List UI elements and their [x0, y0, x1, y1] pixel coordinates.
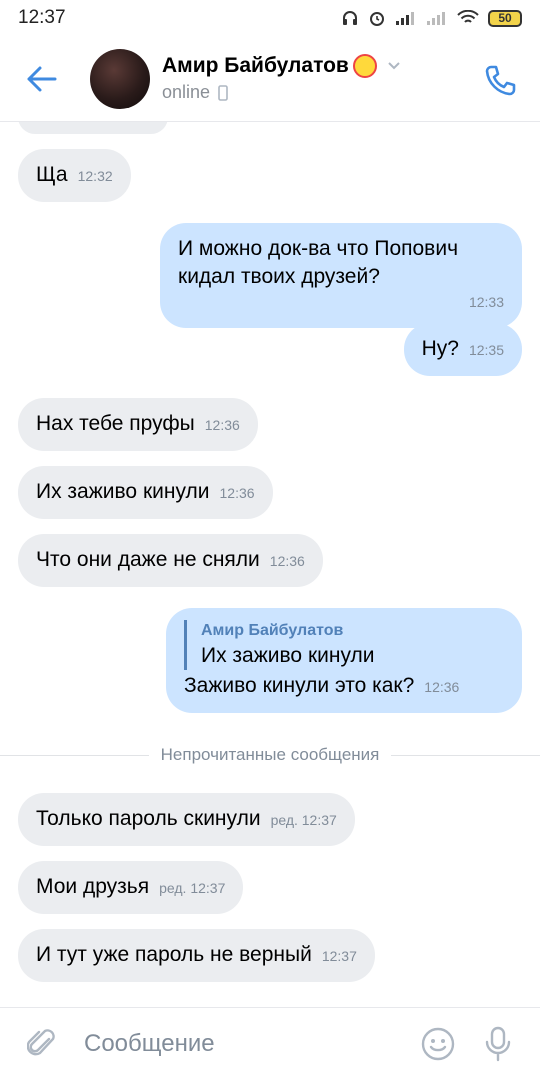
message-input[interactable] — [84, 1019, 408, 1069]
avatar[interactable] — [90, 48, 150, 109]
message-text: Ну? — [421, 337, 459, 360]
status-time: 12:37 — [18, 7, 66, 28]
mobile-device-icon — [218, 84, 228, 101]
status-icons: 50 — [341, 9, 522, 27]
message-text-line: кидал твоих друзей? — [178, 265, 380, 288]
message-list[interactable]: Ща 12:32 И можно док-ва что Попович кидал… — [0, 122, 540, 1007]
reply-quote[interactable]: Амир Байбулатов Их заживо кинули — [184, 620, 504, 670]
message-bubble[interactable]: Нах тебе пруфы 12:36 — [18, 398, 258, 451]
message-text: Только пароль скинули — [36, 807, 261, 830]
chevron-down-icon[interactable] — [387, 61, 401, 71]
message-text: Нах тебе пруфы — [36, 412, 195, 435]
message-text-line: И можно док-ва что Попович — [178, 237, 459, 260]
message-bubble[interactable]: Только пароль скинули ред. 12:37 — [18, 793, 355, 846]
status-bar: 12:37 50 — [0, 0, 540, 36]
message-text: И тут уже пароль не верный — [36, 943, 312, 966]
message-text: Заживо кинули это как? — [184, 674, 415, 697]
arrow-left-icon — [27, 66, 57, 91]
message-bubble[interactable]: И можно док-ва что Попович кидал твоих д… — [160, 223, 522, 328]
online-status: online — [162, 82, 211, 102]
message-time: 12:36 — [424, 679, 460, 695]
message-bubble[interactable]: Их заживо кинули 12:36 — [18, 466, 273, 519]
emoji-button[interactable] — [408, 1008, 468, 1080]
contact-name: Амир Байбулатов — [162, 54, 349, 77]
signal-icon — [396, 12, 414, 25]
call-button[interactable] — [480, 60, 520, 100]
microphone-icon — [485, 1026, 511, 1062]
message-bubble-partial[interactable] — [18, 122, 168, 134]
voice-message-button[interactable] — [468, 1008, 528, 1080]
chat-header: Амир Байбулатов online — [0, 36, 540, 122]
unread-divider: Непрочитанные сообщения — [0, 742, 540, 768]
headphones-icon — [343, 11, 357, 25]
message-text: Мои друзья — [36, 875, 150, 898]
wifi-icon — [457, 10, 479, 23]
message-bubble[interactable]: Ну? 12:35 — [403, 323, 522, 376]
signal-2-icon — [427, 12, 445, 25]
message-text: Ща — [36, 163, 68, 186]
phone-icon — [485, 65, 516, 96]
quote-text: Их заживо кинули — [201, 644, 375, 667]
message-time: 12:32 — [77, 168, 113, 184]
header-info[interactable]: Амир Байбулатов online — [162, 54, 401, 103]
header-status-row: online — [162, 82, 401, 103]
message-bubble[interactable]: Ща 12:32 — [18, 149, 131, 202]
message-time: 12:36 — [269, 553, 305, 569]
back-button[interactable] — [0, 36, 84, 122]
message-composer — [0, 1007, 540, 1080]
message-time: ред. 12:37 — [159, 880, 226, 896]
alarm-icon — [370, 12, 384, 26]
message-time: 12:36 — [219, 485, 255, 501]
message-bubble[interactable]: Амир Байбулатов Их заживо кинули Заживо … — [166, 608, 522, 713]
message-text: Что они даже не сняли — [36, 548, 260, 571]
attach-button[interactable] — [0, 1008, 84, 1080]
message-text: Их заживо кинули — [36, 480, 210, 503]
message-time: 12:35 — [468, 342, 504, 358]
message-time: 12:36 — [204, 417, 240, 433]
quote-author: Амир Байбулатов — [201, 622, 344, 639]
header-name-row: Амир Байбулатов — [162, 54, 401, 78]
message-bubble[interactable]: И тут уже пароль не верный 12:37 — [18, 929, 375, 982]
message-bubble[interactable]: Мои друзья ред. 12:37 — [18, 861, 244, 914]
message-time: ред. 12:37 — [270, 812, 337, 828]
battery-icon: 50 — [488, 9, 522, 27]
message-bubble[interactable]: Что они даже не сняли 12:36 — [18, 534, 323, 587]
paperclip-icon — [27, 1029, 55, 1056]
clown-emoji-icon — [352, 54, 377, 78]
message-time: 12:33 — [468, 294, 504, 310]
message-time: 12:37 — [321, 948, 357, 964]
smile-icon — [421, 1027, 455, 1061]
